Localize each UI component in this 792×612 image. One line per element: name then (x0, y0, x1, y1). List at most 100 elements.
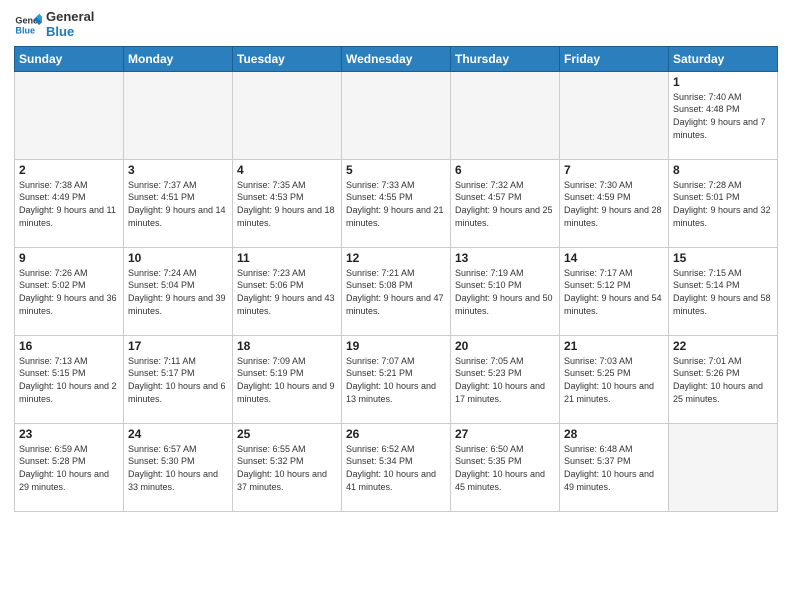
day-info: Sunrise: 7:21 AM Sunset: 5:08 PM Dayligh… (346, 267, 446, 317)
weekday-header-sunday: Sunday (15, 46, 124, 71)
day-number: 24 (128, 427, 228, 441)
calendar-cell (560, 71, 669, 159)
day-number: 15 (673, 251, 773, 265)
calendar-cell: 21 Sunrise: 7:03 AM Sunset: 5:25 PM Dayli… (560, 335, 669, 423)
weekday-header-monday: Monday (124, 46, 233, 71)
day-info: Sunrise: 6:48 AM Sunset: 5:37 PM Dayligh… (564, 443, 664, 493)
calendar-cell: 4Sunrise: 7:35 AM Sunset: 4:53 PM Daylig… (233, 159, 342, 247)
day-number: 27 (455, 427, 555, 441)
day-info: Sunrise: 7:26 AM Sunset: 5:02 PM Dayligh… (19, 267, 119, 317)
calendar-cell (342, 71, 451, 159)
day-number: 28 (564, 427, 664, 441)
weekday-header-saturday: Saturday (669, 46, 778, 71)
day-info: Sunrise: 7:11 AM Sunset: 5:17 PM Dayligh… (128, 355, 228, 405)
day-info: Sunrise: 7:01 AM Sunset: 5:26 PM Dayligh… (673, 355, 773, 405)
week-row-1: 2 Sunrise: 7:38 AM Sunset: 4:49 PM Daylig… (15, 159, 778, 247)
day-number: 8 (673, 163, 773, 177)
day-info: Sunrise: 7:30 AM Sunset: 4:59 PM Dayligh… (564, 179, 664, 229)
calendar-cell: 10 Sunrise: 7:24 AM Sunset: 5:04 PM Dayli… (124, 247, 233, 335)
calendar-cell: 11Sunrise: 7:23 AM Sunset: 5:06 PM Dayli… (233, 247, 342, 335)
week-row-0: 1Sunrise: 7:40 AM Sunset: 4:48 PM Daylig… (15, 71, 778, 159)
weekday-header-tuesday: Tuesday (233, 46, 342, 71)
weekday-header-wednesday: Wednesday (342, 46, 451, 71)
calendar-cell: 24 Sunrise: 6:57 AM Sunset: 5:30 PM Dayli… (124, 423, 233, 511)
week-row-2: 9Sunrise: 7:26 AM Sunset: 5:02 PM Daylig… (15, 247, 778, 335)
calendar-cell: 16 Sunrise: 7:13 AM Sunset: 5:15 PM Dayli… (15, 335, 124, 423)
calendar-cell: 28 Sunrise: 6:48 AM Sunset: 5:37 PM Dayli… (560, 423, 669, 511)
day-number: 17 (128, 339, 228, 353)
calendar-cell: 18 Sunrise: 7:09 AM Sunset: 5:19 PM Dayli… (233, 335, 342, 423)
day-number: 3 (128, 163, 228, 177)
day-info: Sunrise: 7:38 AM Sunset: 4:49 PM Dayligh… (19, 179, 119, 229)
day-number: 23 (19, 427, 119, 441)
day-info: Sunrise: 7:15 AM Sunset: 5:14 PM Dayligh… (673, 267, 773, 317)
day-info: Sunrise: 7:05 AM Sunset: 5:23 PM Dayligh… (455, 355, 555, 405)
day-number: 18 (237, 339, 337, 353)
week-row-3: 16 Sunrise: 7:13 AM Sunset: 5:15 PM Dayli… (15, 335, 778, 423)
logo-blue: Blue (46, 25, 94, 40)
day-number: 12 (346, 251, 446, 265)
calendar-cell (669, 423, 778, 511)
weekday-header-friday: Friday (560, 46, 669, 71)
calendar-cell: 14 Sunrise: 7:17 AM Sunset: 5:12 PM Dayli… (560, 247, 669, 335)
svg-text:Blue: Blue (15, 25, 35, 35)
day-number: 22 (673, 339, 773, 353)
weekday-header-row: SundayMondayTuesdayWednesdayThursdayFrid… (15, 46, 778, 71)
calendar-cell: 7 Sunrise: 7:30 AM Sunset: 4:59 PM Daylig… (560, 159, 669, 247)
day-info: Sunrise: 6:52 AM Sunset: 5:34 PM Dayligh… (346, 443, 446, 493)
calendar-cell (233, 71, 342, 159)
day-info: Sunrise: 7:09 AM Sunset: 5:19 PM Dayligh… (237, 355, 337, 405)
calendar-cell: 17 Sunrise: 7:11 AM Sunset: 5:17 PM Dayli… (124, 335, 233, 423)
day-number: 26 (346, 427, 446, 441)
day-number: 16 (19, 339, 119, 353)
day-number: 21 (564, 339, 664, 353)
calendar-cell: 23 Sunrise: 6:59 AM Sunset: 5:28 PM Dayli… (15, 423, 124, 511)
logo-area: General Blue General Blue (14, 10, 94, 40)
day-info: Sunrise: 6:59 AM Sunset: 5:28 PM Dayligh… (19, 443, 119, 493)
day-number: 10 (128, 251, 228, 265)
calendar-cell: 6Sunrise: 7:32 AM Sunset: 4:57 PM Daylig… (451, 159, 560, 247)
page: General Blue General Blue SundayMondayTu… (0, 0, 792, 612)
weekday-header-thursday: Thursday (451, 46, 560, 71)
day-info: Sunrise: 6:50 AM Sunset: 5:35 PM Dayligh… (455, 443, 555, 493)
header-area: General Blue General Blue (14, 10, 778, 40)
calendar-cell: 22 Sunrise: 7:01 AM Sunset: 5:26 PM Dayli… (669, 335, 778, 423)
day-number: 20 (455, 339, 555, 353)
calendar-cell (451, 71, 560, 159)
day-info: Sunrise: 7:17 AM Sunset: 5:12 PM Dayligh… (564, 267, 664, 317)
day-number: 13 (455, 251, 555, 265)
calendar-cell: 27 Sunrise: 6:50 AM Sunset: 5:35 PM Dayli… (451, 423, 560, 511)
day-number: 2 (19, 163, 119, 177)
week-row-4: 23 Sunrise: 6:59 AM Sunset: 5:28 PM Dayli… (15, 423, 778, 511)
calendar-table: SundayMondayTuesdayWednesdayThursdayFrid… (14, 46, 778, 512)
day-number: 7 (564, 163, 664, 177)
calendar-cell: 20 Sunrise: 7:05 AM Sunset: 5:23 PM Dayli… (451, 335, 560, 423)
day-number: 5 (346, 163, 446, 177)
day-info: Sunrise: 7:32 AM Sunset: 4:57 PM Dayligh… (455, 179, 555, 229)
calendar-cell: 2 Sunrise: 7:38 AM Sunset: 4:49 PM Daylig… (15, 159, 124, 247)
calendar-cell: 1Sunrise: 7:40 AM Sunset: 4:48 PM Daylig… (669, 71, 778, 159)
day-number: 19 (346, 339, 446, 353)
day-number: 4 (237, 163, 337, 177)
day-number: 11 (237, 251, 337, 265)
logo-icon: General Blue (14, 11, 42, 39)
calendar-cell: 25Sunrise: 6:55 AM Sunset: 5:32 PM Dayli… (233, 423, 342, 511)
calendar-cell (15, 71, 124, 159)
day-info: Sunrise: 7:24 AM Sunset: 5:04 PM Dayligh… (128, 267, 228, 317)
day-number: 14 (564, 251, 664, 265)
day-info: Sunrise: 7:13 AM Sunset: 5:15 PM Dayligh… (19, 355, 119, 405)
calendar-cell: 13 Sunrise: 7:19 AM Sunset: 5:10 PM Dayli… (451, 247, 560, 335)
day-info: Sunrise: 7:40 AM Sunset: 4:48 PM Dayligh… (673, 91, 773, 141)
day-info: Sunrise: 7:33 AM Sunset: 4:55 PM Dayligh… (346, 179, 446, 229)
logo-general: General (46, 10, 94, 25)
calendar-cell (124, 71, 233, 159)
calendar-cell: 8Sunrise: 7:28 AM Sunset: 5:01 PM Daylig… (669, 159, 778, 247)
calendar-cell: 19 Sunrise: 7:07 AM Sunset: 5:21 PM Dayli… (342, 335, 451, 423)
calendar-cell: 12 Sunrise: 7:21 AM Sunset: 5:08 PM Dayli… (342, 247, 451, 335)
day-info: Sunrise: 7:03 AM Sunset: 5:25 PM Dayligh… (564, 355, 664, 405)
day-info: Sunrise: 7:07 AM Sunset: 5:21 PM Dayligh… (346, 355, 446, 405)
day-info: Sunrise: 7:19 AM Sunset: 5:10 PM Dayligh… (455, 267, 555, 317)
day-info: Sunrise: 6:57 AM Sunset: 5:30 PM Dayligh… (128, 443, 228, 493)
calendar-cell: 3Sunrise: 7:37 AM Sunset: 4:51 PM Daylig… (124, 159, 233, 247)
calendar-cell: 26 Sunrise: 6:52 AM Sunset: 5:34 PM Dayli… (342, 423, 451, 511)
